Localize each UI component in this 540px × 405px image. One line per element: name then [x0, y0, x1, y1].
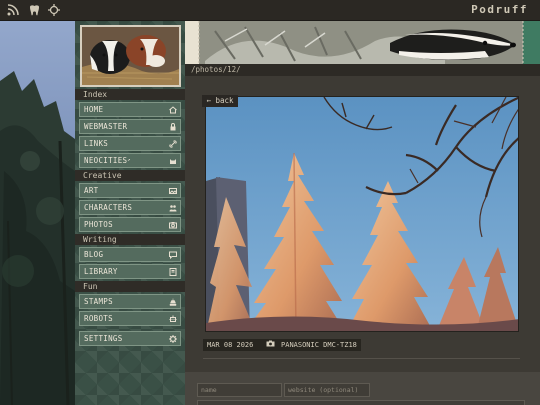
nav-library[interactable]: LIBRARY	[79, 264, 181, 279]
breadcrumb: /photos/12/	[185, 64, 540, 76]
rss-icon[interactable]	[6, 3, 20, 17]
link-icon	[168, 139, 177, 148]
camera-icon	[168, 220, 177, 229]
nav-label: PHOTOS	[84, 220, 113, 229]
image-icon	[168, 186, 177, 195]
robot-icon	[168, 314, 177, 323]
top-bar: Podruff	[0, 0, 540, 21]
photo-viewer[interactable]	[205, 96, 519, 332]
nav-blog[interactable]: BLOG	[79, 247, 181, 262]
nav-photos[interactable]: PHOTOS	[79, 217, 181, 232]
section-heading-index: Index	[75, 89, 185, 100]
stamp-icon	[168, 297, 177, 306]
back-button[interactable]: ← back	[202, 95, 238, 107]
gear-icon	[168, 334, 177, 343]
nav-links[interactable]: LINKS	[79, 136, 181, 151]
website-input[interactable]	[284, 383, 370, 397]
nav-characters[interactable]: CHARACTERS	[79, 200, 181, 215]
nav-label: ART	[84, 186, 99, 195]
nav-stamps[interactable]: STAMPS	[79, 294, 181, 309]
nav-label: BLOG	[84, 250, 104, 259]
nav-label: WEBMASTER	[84, 122, 128, 131]
avatar[interactable]	[80, 25, 181, 87]
nav-label: HOME	[84, 105, 104, 114]
site-title[interactable]: Podruff	[471, 3, 528, 16]
nav-label: LIBRARY	[84, 267, 118, 276]
section-heading-creative: Creative	[75, 170, 185, 181]
tooth-icon[interactable]	[27, 3, 41, 17]
camera-icon	[266, 339, 275, 351]
current-path: /photos/12/	[191, 65, 241, 74]
cat-icon	[168, 156, 177, 165]
people-icon	[168, 203, 177, 212]
nav-label: SETTINGS	[84, 334, 123, 343]
section-heading-writing: Writing	[75, 234, 185, 245]
comment-textarea[interactable]	[197, 400, 525, 405]
crosshair-icon[interactable]	[47, 3, 61, 17]
nav-neocities[interactable]: NEOCITIES↗	[79, 153, 181, 168]
lock-icon	[168, 122, 177, 131]
nav-label: STAMPS	[84, 297, 113, 306]
nav-label: CHARACTERS	[84, 203, 133, 212]
name-input[interactable]	[197, 383, 282, 397]
nav-settings[interactable]: SETTINGS	[79, 331, 181, 346]
nav-label: NEOCITIES	[84, 156, 128, 165]
nav-robots[interactable]: ROBOTS	[79, 311, 181, 326]
background-trees-image	[0, 21, 75, 405]
nav-art[interactable]: ART	[79, 183, 181, 198]
photo-metadata: MAR 08 2026 PANASONIC DMC-TZ18	[203, 339, 361, 351]
chat-icon	[168, 250, 177, 259]
external-link-icon: ↗	[127, 157, 131, 163]
book-icon	[168, 267, 177, 276]
home-icon	[168, 105, 177, 114]
header-banner-image	[185, 21, 540, 64]
divider	[203, 358, 520, 359]
section-heading-fun: Fun	[75, 281, 185, 292]
sidebar: Index HOME WEBMASTER LINKS NEOCITIES↗ Cr…	[75, 21, 185, 405]
camera-model: PANASONIC DMC-TZ18	[281, 341, 357, 349]
nav-label: LINKS	[84, 139, 109, 148]
photo-date: MAR 08 2026	[207, 341, 254, 349]
nav-webmaster[interactable]: WEBMASTER	[79, 119, 181, 134]
nav-home[interactable]: HOME	[79, 102, 181, 117]
nav-label: ROBOTS	[84, 314, 113, 323]
